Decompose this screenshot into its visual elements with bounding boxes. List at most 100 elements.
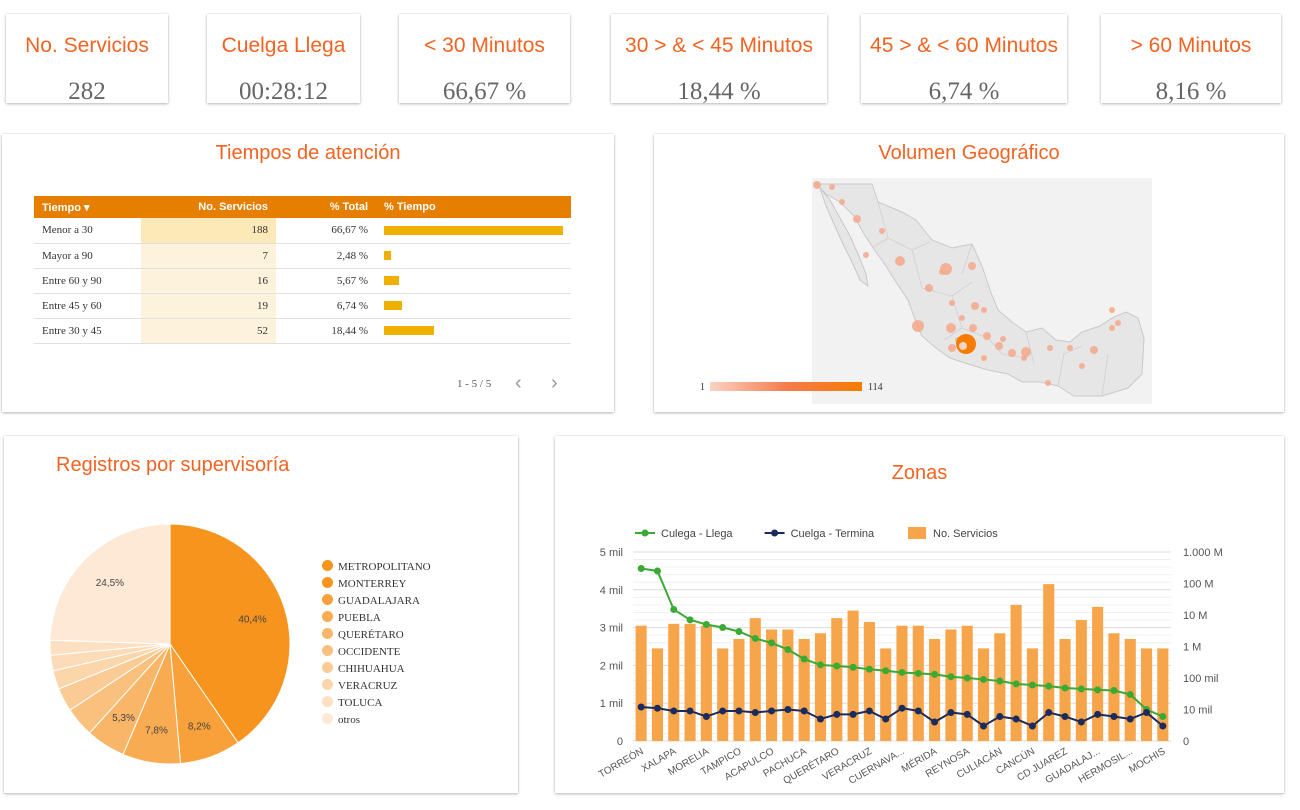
series-point[interactable] — [719, 624, 727, 632]
next-page-icon[interactable]: › — [551, 372, 558, 395]
table-row[interactable]: Entre 30 y 45 52 18,44 % — [34, 318, 571, 344]
series-point[interactable] — [1110, 687, 1118, 695]
series-point[interactable] — [686, 616, 694, 624]
series-point[interactable] — [849, 710, 857, 718]
series-point[interactable] — [963, 674, 971, 682]
pie-chart[interactable]: 40,4% 8,2% 7,8% 5,3% 24,5% — [40, 514, 300, 774]
col-header-tiempo[interactable]: Tiempo ▾ — [34, 196, 141, 218]
legend-item[interactable]: OCCIDENTE — [322, 645, 400, 658]
legend-item[interactable]: VERACRUZ — [322, 679, 397, 692]
geo-bubble[interactable] — [969, 324, 977, 332]
series-point[interactable] — [1110, 712, 1118, 720]
series-point[interactable] — [996, 677, 1004, 685]
geo-bubble[interactable] — [983, 332, 991, 340]
geo-bubble[interactable] — [813, 181, 821, 189]
series-point[interactable] — [1077, 685, 1085, 693]
series-point[interactable] — [637, 703, 645, 711]
col-header-pct-tiempo[interactable]: % Tiempo — [376, 196, 571, 218]
bar[interactable] — [961, 625, 973, 741]
series-point[interactable] — [702, 620, 710, 628]
series-point[interactable] — [1028, 681, 1036, 689]
bar[interactable] — [831, 618, 843, 741]
series-point[interactable] — [816, 715, 824, 723]
series-point[interactable] — [800, 655, 808, 663]
series-point[interactable] — [963, 710, 971, 718]
geo-bubble[interactable] — [959, 342, 967, 350]
series-point[interactable] — [1126, 715, 1134, 723]
legend-item[interactable]: QUERÉTARO — [322, 628, 404, 641]
geo-bubble[interactable] — [1045, 380, 1051, 386]
col-header-servicios[interactable]: No. Servicios — [141, 196, 276, 218]
legend-item[interactable]: MONTERREY — [322, 577, 406, 590]
series-point[interactable] — [865, 707, 873, 715]
series-point[interactable] — [751, 634, 759, 642]
series-point[interactable] — [670, 605, 678, 613]
geo-bubble[interactable] — [1021, 355, 1027, 361]
series-point[interactable] — [1028, 722, 1036, 730]
bar[interactable] — [700, 625, 712, 741]
geo-bubble[interactable] — [959, 315, 965, 321]
geo-bubble[interactable] — [863, 252, 869, 258]
geo-bubble[interactable] — [1000, 336, 1006, 342]
series-point[interactable] — [882, 667, 890, 675]
series-point[interactable] — [1045, 709, 1053, 717]
series-point[interactable] — [686, 707, 694, 715]
bar[interactable] — [896, 625, 908, 741]
bar[interactable] — [929, 638, 941, 741]
legend-item[interactable]: TOLUCA — [322, 696, 382, 709]
geo-bubble[interactable] — [968, 262, 976, 270]
series-point[interactable] — [931, 670, 939, 678]
geo-bubble[interactable] — [946, 323, 956, 333]
bar[interactable] — [1043, 584, 1055, 741]
zonas-chart[interactable]: Culega - Llega Cuelga - Termina No. Servic… — [555, 436, 1284, 793]
geo-bubble[interactable] — [940, 263, 952, 275]
bar[interactable] — [798, 638, 810, 741]
geo-bubble[interactable] — [1090, 346, 1098, 354]
series-point[interactable] — [653, 567, 661, 575]
series-point[interactable] — [1126, 690, 1134, 698]
geo-bubble[interactable] — [895, 256, 905, 266]
geo-bubble[interactable] — [925, 284, 933, 292]
series-point[interactable] — [768, 707, 776, 715]
series-point[interactable] — [768, 639, 776, 647]
series-point[interactable] — [1061, 712, 1069, 720]
geo-bubble[interactable] — [839, 199, 845, 205]
legend-item[interactable]: PUEBLA — [322, 611, 381, 624]
bar[interactable] — [668, 623, 680, 741]
series-point[interactable] — [980, 722, 988, 730]
table-row[interactable]: Entre 45 y 60 19 6,74 % — [34, 293, 571, 319]
geo-bubble[interactable] — [971, 302, 979, 310]
series-point[interactable] — [1012, 680, 1020, 688]
series-point[interactable] — [980, 675, 988, 683]
bar[interactable] — [847, 610, 859, 741]
series-point[interactable] — [947, 709, 955, 717]
bar[interactable] — [814, 633, 827, 741]
legend-item[interactable]: otros — [322, 713, 360, 726]
legend-item[interactable]: GUADALAJARA — [322, 594, 420, 607]
geo-bubble[interactable] — [1008, 349, 1016, 357]
geo-bubble[interactable] — [1079, 363, 1085, 369]
series-point[interactable] — [849, 663, 857, 671]
geo-bubble[interactable] — [1047, 345, 1053, 351]
legend-item[interactable]: Cuelga - Termina — [764, 528, 875, 540]
series-point[interactable] — [1012, 715, 1020, 723]
geo-bubble[interactable] — [912, 320, 924, 332]
series-point[interactable] — [800, 707, 808, 715]
series-point[interactable] — [816, 661, 824, 669]
series-point[interactable] — [898, 704, 906, 712]
series-point[interactable] — [1094, 686, 1102, 694]
geo-bubble[interactable] — [1109, 307, 1115, 313]
series-point[interactable] — [1159, 722, 1167, 730]
geo-bubble[interactable] — [1109, 325, 1115, 331]
geo-bubble[interactable] — [1067, 345, 1073, 351]
legend-item[interactable]: Culega - Llega — [635, 528, 733, 540]
series-point[interactable] — [898, 668, 906, 676]
series-point[interactable] — [914, 707, 922, 715]
geo-bubble[interactable] — [1115, 320, 1121, 326]
geo-bubble[interactable] — [981, 355, 987, 361]
bar[interactable] — [1141, 648, 1153, 741]
series-point[interactable] — [1094, 710, 1102, 718]
bar[interactable] — [635, 625, 647, 741]
series-point[interactable] — [637, 564, 645, 572]
series-point[interactable] — [751, 709, 759, 717]
